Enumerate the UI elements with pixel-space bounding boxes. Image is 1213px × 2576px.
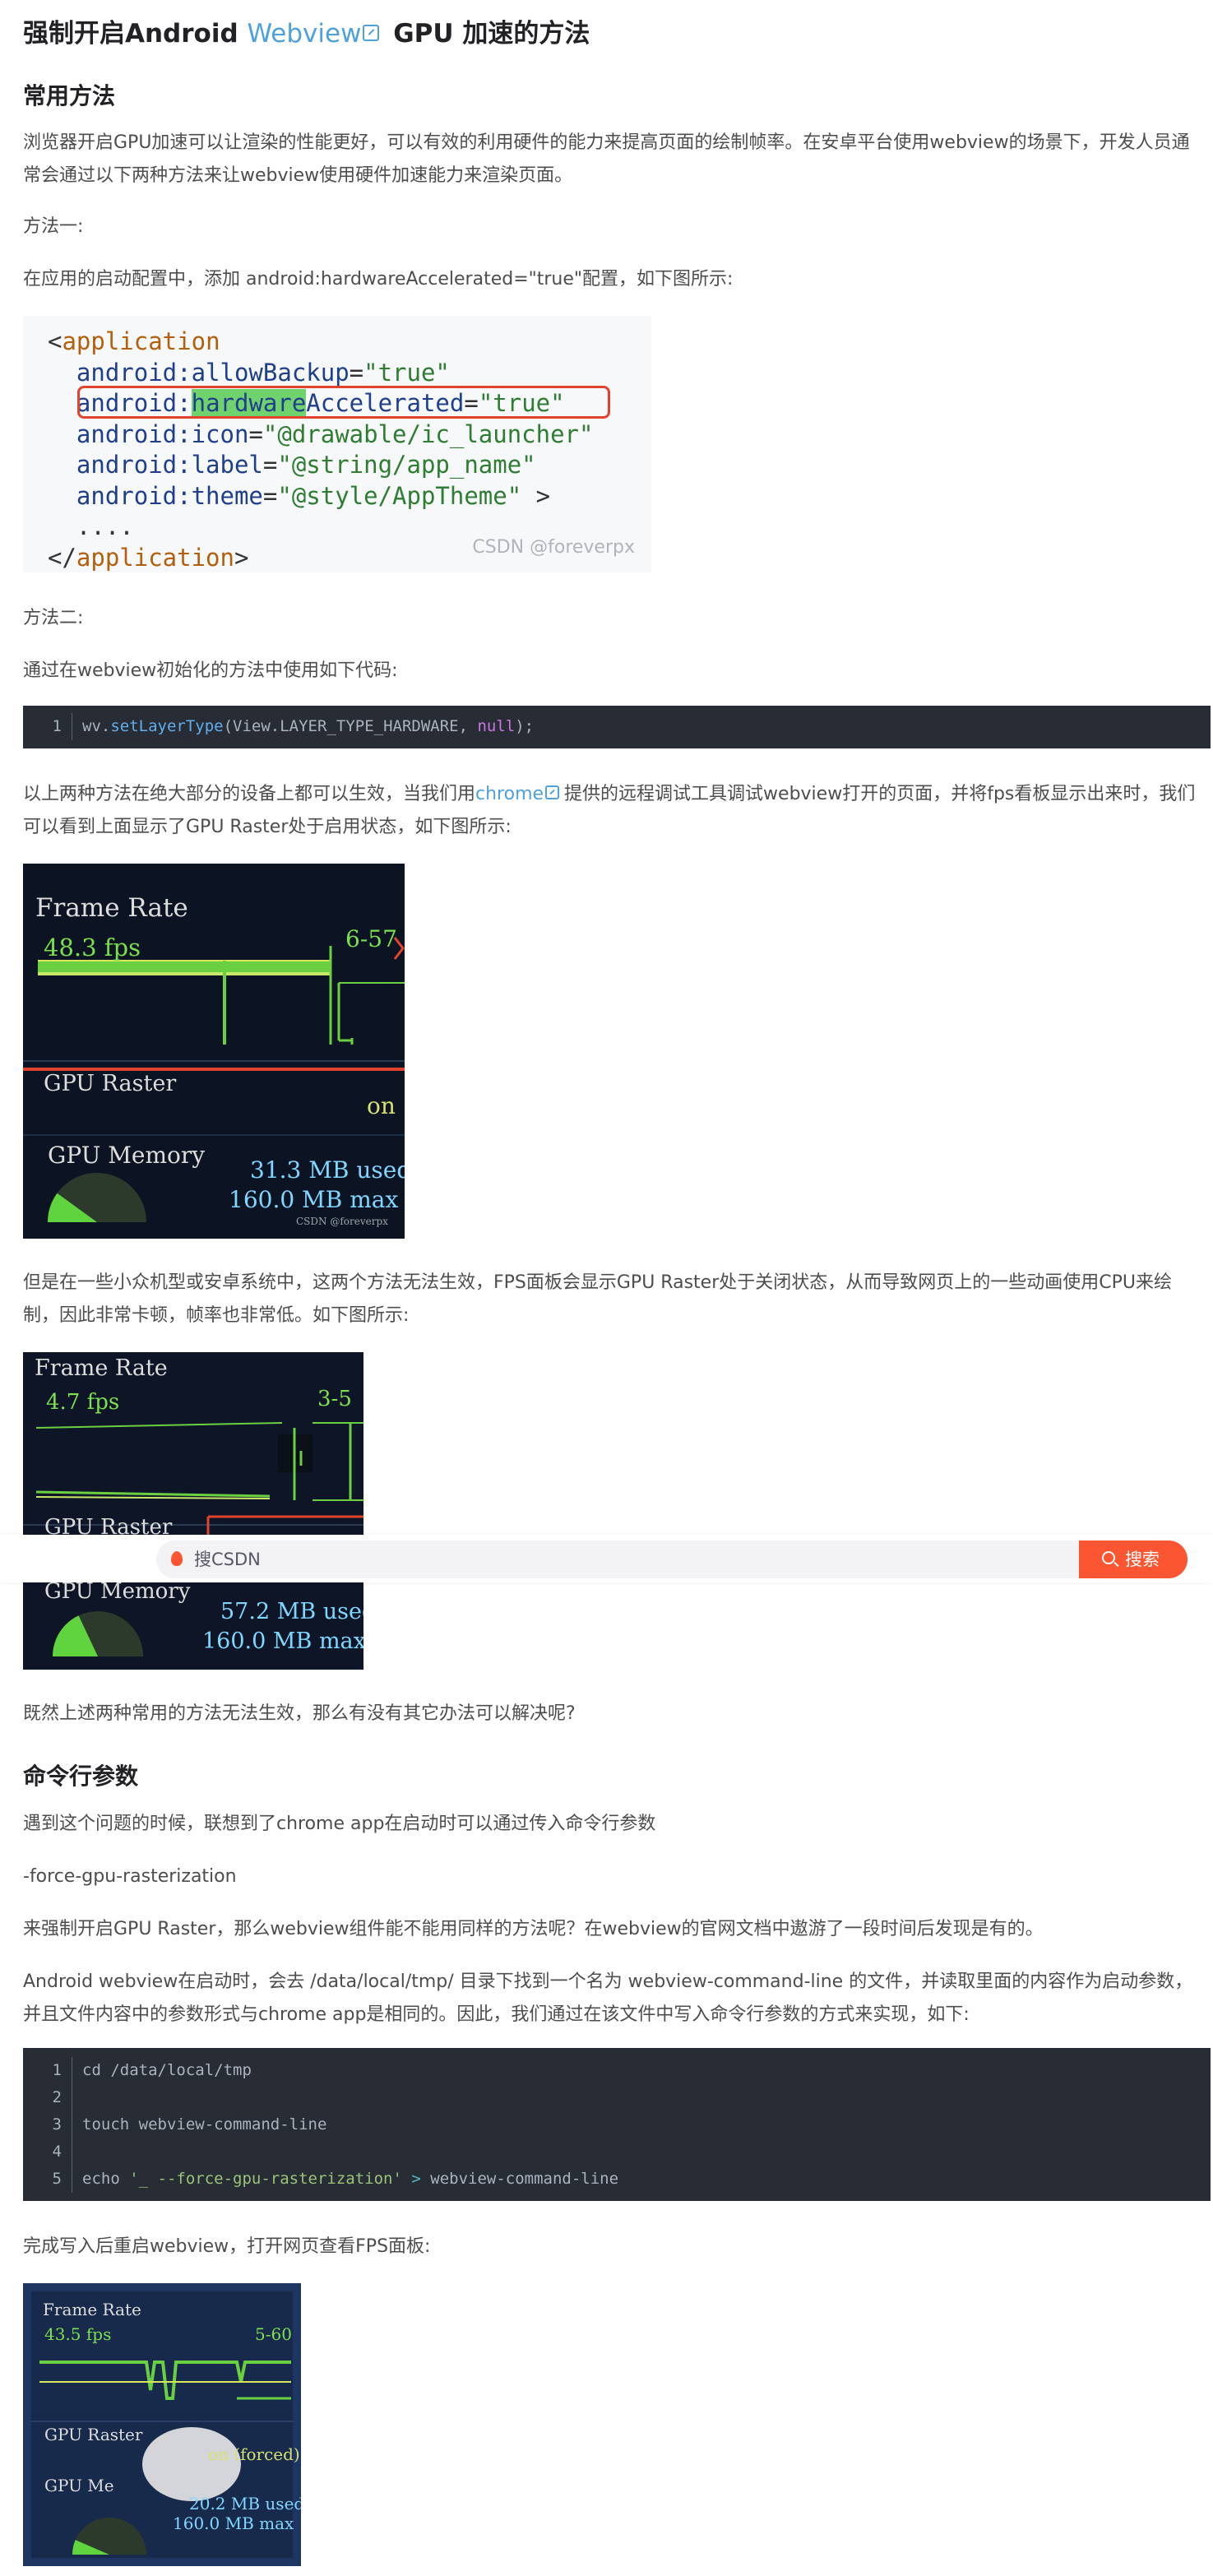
paragraph: 遇到这个问题的时候，联想到了chrome app在启动时可以通过传入命令行参数 — [23, 1814, 656, 1834]
fps-panel-image-off: Frame Rate 4.7 fps 3-5 GPU Raster GPU Me… — [23, 1352, 363, 1670]
paragraph: -force-gpu-rasterization — [23, 1866, 237, 1887]
section-heading-cmdline: 命令行参数 — [23, 1763, 139, 1790]
page-title: 强制开启Android Webview GPU 加速的方法 — [23, 19, 590, 49]
paragraph: 通过在webview初始化的方法中使用如下代码: — [23, 660, 398, 681]
highlight-box — [77, 386, 610, 419]
manifest-code-image: <application android:allowBackup="true" … — [23, 316, 651, 572]
chrome-link[interactable]: chrome — [475, 784, 544, 804]
external-link-icon — [545, 785, 560, 799]
watermark: CSDN @foreverpx — [472, 536, 635, 558]
code-block[interactable]: 1 cd /data/local/tmp 2 3 touch webview-com… — [23, 2048, 1211, 2201]
paragraph: 来强制开启GPU Raster，那么webview组件能不能用同样的方法呢？在w… — [23, 1919, 1044, 1939]
fps-panel-image-forced: Frame Rate 43.5 fps 5-60 GPU Raster on (… — [23, 2283, 301, 2566]
paragraph: 浏览器开启GPU加速可以让渲染的性能更好，可以有效的利用硬件的能力来提高页面的绘… — [23, 132, 1190, 186]
search-button[interactable]: 搜索 — [1079, 1541, 1188, 1578]
fire-icon — [171, 1551, 183, 1566]
search-bar: 搜CSDN 搜索 — [0, 1535, 1213, 1582]
paragraph: 完成写入后重启webview，打开网页查看FPS面板: — [23, 2236, 431, 2257]
webview-link[interactable]: Webview — [247, 19, 361, 49]
section-heading-common: 常用方法 — [23, 82, 116, 109]
paragraph: 但是在一些小众机型或安卓系统中，这两个方法无法生效，FPS面板会显示GPU Ra… — [23, 1272, 1172, 1326]
method-two-label: 方法二: — [23, 608, 84, 628]
code-block[interactable]: 1 wv.setLayerType(View.LAYER_TYPE_HARDWAR… — [23, 706, 1211, 748]
paragraph: Android webview在启动时，会去 /data/local/tmp/ … — [23, 1971, 1193, 2025]
fps-panel-image-on: Frame Rate 48.3 fps 6-57 GPU Raster on G… — [23, 864, 405, 1239]
method-one-label: 方法一: — [23, 216, 84, 237]
search-icon — [1102, 1551, 1115, 1564]
external-link-icon — [363, 24, 380, 41]
search-input[interactable]: 搜CSDN — [156, 1541, 1079, 1578]
paragraph: 既然上述两种常用的方法无法生效，那么有没有其它办法可以解决呢? — [23, 1703, 576, 1724]
paragraph: 以上两种方法在绝大部分的设备上都可以生效，当我们用chrome 提供的远程调试工具… — [23, 784, 1196, 837]
paragraph: 在应用的启动配置中，添加 android:hardwareAccelerated… — [23, 269, 734, 290]
